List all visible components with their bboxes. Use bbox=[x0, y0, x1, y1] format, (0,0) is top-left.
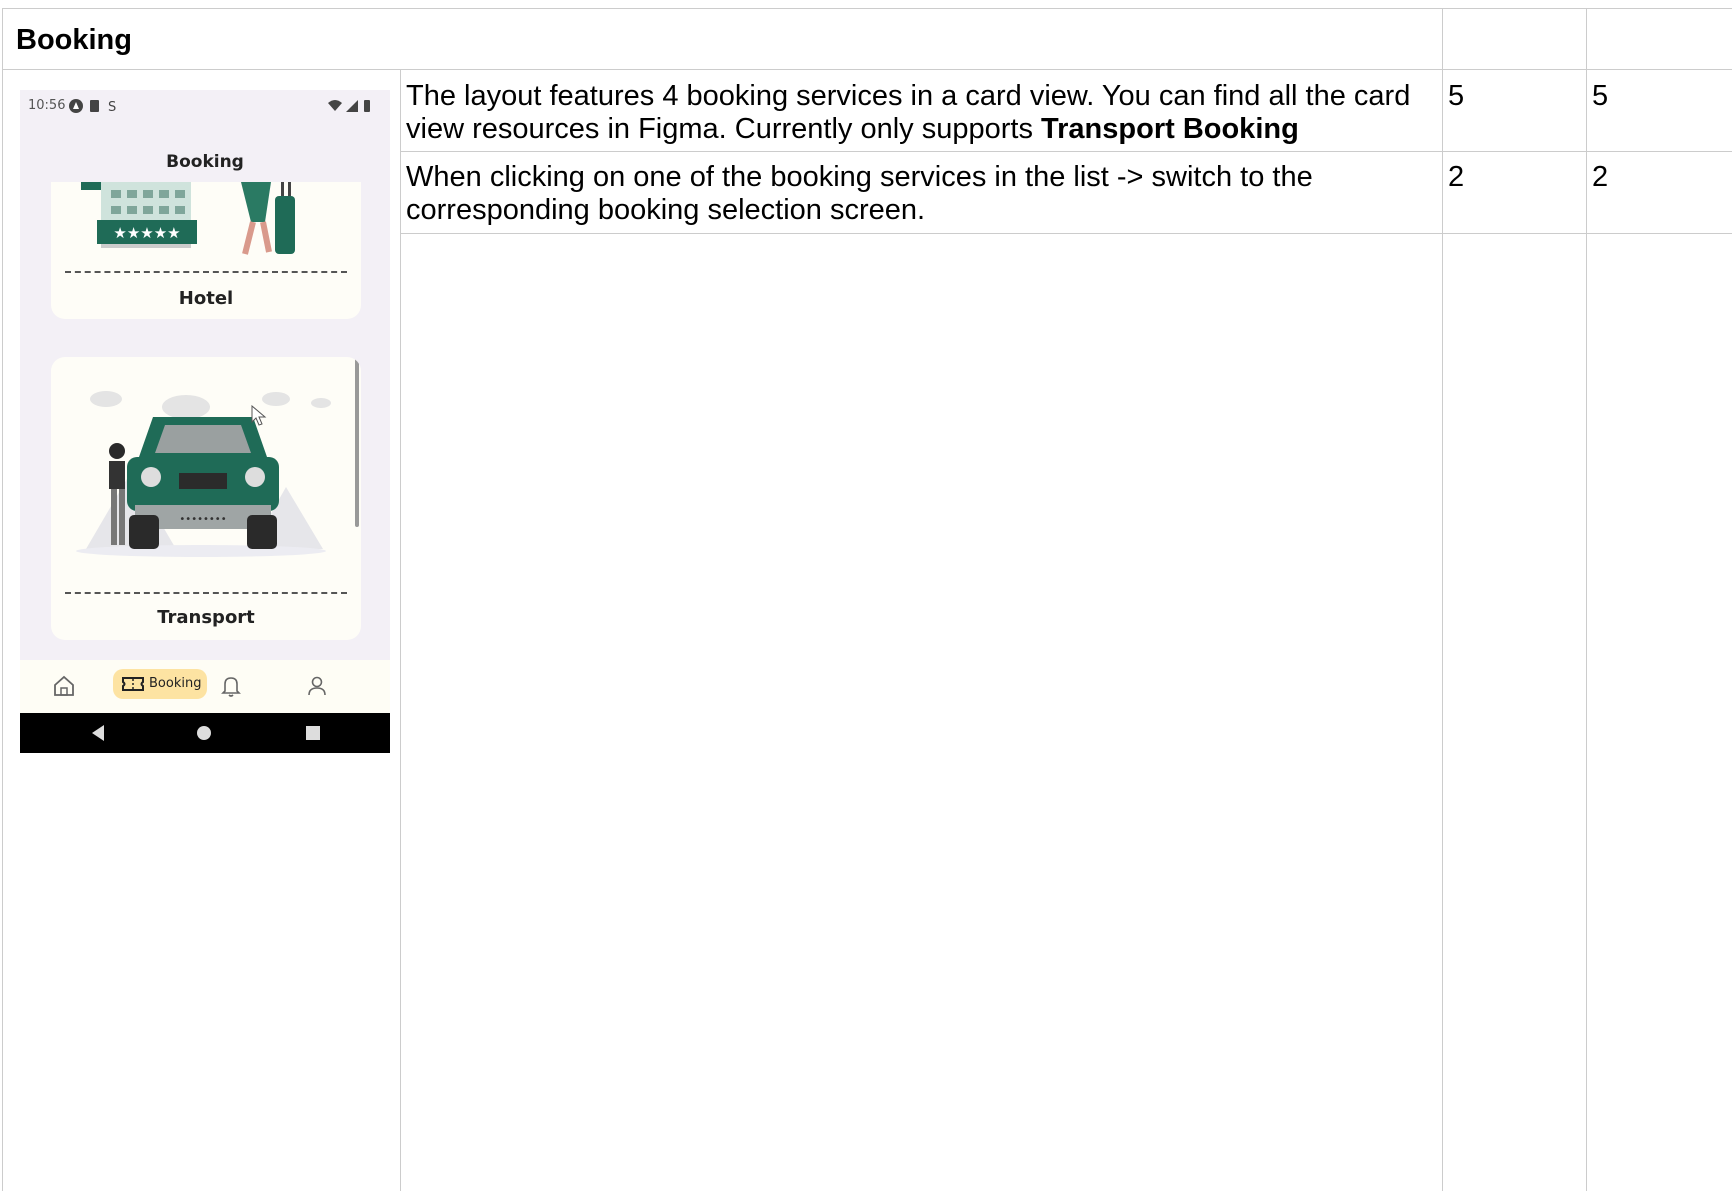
home-button-icon[interactable] bbox=[196, 725, 212, 741]
recents-icon[interactable] bbox=[306, 726, 320, 740]
card-divider bbox=[65, 592, 347, 594]
section-heading: Booking bbox=[16, 24, 132, 56]
column-divider-3 bbox=[1586, 8, 1587, 1191]
row-divider-1 bbox=[400, 151, 1732, 152]
row-2-col4: 2 bbox=[1592, 161, 1609, 193]
nav-label-booking: Booking bbox=[149, 676, 202, 691]
status-time: 10:56 bbox=[28, 98, 66, 113]
status-system-icons bbox=[328, 100, 370, 112]
table-border-left bbox=[2, 8, 3, 1191]
home-icon[interactable] bbox=[52, 674, 76, 698]
ticket-icon bbox=[122, 677, 144, 691]
card-divider bbox=[65, 271, 347, 273]
column-divider-1 bbox=[400, 69, 401, 1191]
bell-icon[interactable] bbox=[220, 674, 242, 698]
phone-screenshot: 10:56 S Booking ★★★★★ Hotel •••••••• Tra… bbox=[20, 90, 390, 753]
user-icon[interactable] bbox=[306, 674, 328, 698]
row-2-description: When clicking on one of the booking serv… bbox=[406, 161, 1313, 226]
booking-card-transport[interactable]: •••••••• Transport bbox=[51, 357, 361, 640]
back-icon[interactable] bbox=[90, 724, 106, 742]
row-divider-2 bbox=[400, 233, 1732, 234]
row-1-description: The layout features 4 booking services i… bbox=[406, 80, 1436, 146]
column-divider-2 bbox=[1442, 8, 1443, 1191]
row-1-description-bold: Transport Booking bbox=[1041, 113, 1299, 145]
bottom-navigation: Booking bbox=[20, 660, 390, 713]
system-navigation-bar bbox=[20, 713, 390, 753]
card-label-transport: Transport bbox=[157, 607, 255, 628]
nav-item-booking[interactable]: Booking bbox=[113, 669, 207, 699]
row-2-col3: 2 bbox=[1448, 161, 1465, 193]
card-scrollbar[interactable] bbox=[355, 357, 359, 527]
row-1-col4: 5 bbox=[1592, 80, 1609, 112]
row-1-col3: 5 bbox=[1448, 80, 1465, 112]
status-notification-icons: S bbox=[69, 99, 116, 114]
card-label-hotel: Hotel bbox=[178, 288, 234, 309]
transport-illustration: •••••••• bbox=[76, 391, 331, 557]
table-border-top bbox=[2, 8, 1732, 9]
header-divider bbox=[2, 69, 1732, 70]
mouse-cursor-icon bbox=[251, 405, 267, 426]
svg-text:••••••••: •••••••• bbox=[179, 514, 226, 525]
screen-title: Booking bbox=[166, 152, 244, 172]
booking-card-hotel[interactable]: ★★★★★ Hotel bbox=[51, 182, 361, 319]
status-bar: 10:56 S bbox=[20, 90, 390, 122]
hotel-illustration: ★★★★★ bbox=[81, 182, 295, 255]
svg-text:★★★★★: ★★★★★ bbox=[113, 224, 180, 242]
svg-text:S: S bbox=[108, 100, 116, 114]
